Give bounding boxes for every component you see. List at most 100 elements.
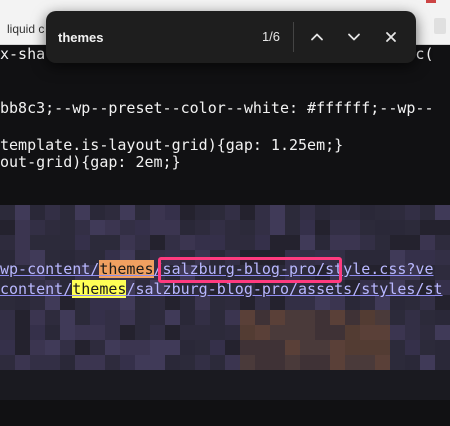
pixel-block [255,370,270,385]
pixel-block [330,370,345,385]
code-text: x-sha [0,45,46,63]
pixel-block [180,385,195,400]
pixel-block [45,220,60,235]
pixel-block [390,310,405,325]
pixel-block [120,355,135,370]
pixel-block [345,370,360,385]
pixel-block [135,340,150,355]
pixel-block [30,355,45,370]
pixel-block [15,370,30,385]
code-line: out-grid){gap: 2em;} [0,153,181,171]
bookmark-item[interactable]: liquid c [7,22,44,36]
pixel-block [60,310,75,325]
pixel-block [405,355,420,370]
pixel-block [165,220,180,235]
previous-match-button[interactable] [305,25,329,49]
pixel-block [435,235,450,250]
current-match-highlight: themes [99,260,154,278]
pixel-block [285,235,300,250]
pixel-block [255,235,270,250]
pixel-block [165,205,180,220]
pixel-block [150,235,165,250]
pixel-block [285,205,300,220]
pixel-block [120,310,135,325]
pixel-block [150,340,165,355]
pixel-block [255,310,270,325]
pixel-block [330,235,345,250]
pixel-block [375,355,390,370]
pixel-block [345,340,360,355]
pixel-block [135,325,150,340]
pixel-block [180,370,195,385]
pixel-block [300,205,315,220]
pixel-block [360,220,375,235]
pixel-block [405,235,420,250]
pixel-block [270,310,285,325]
pixel-block [240,235,255,250]
pixel-block [75,355,90,370]
pixel-block [270,340,285,355]
pixel-block [435,250,450,265]
pixel-block [225,310,240,325]
pixel-block [105,385,120,400]
pixel-block [90,355,105,370]
pixel-block [390,385,405,400]
pixel-block [15,205,30,220]
pixel-block [195,370,210,385]
pixel-block [15,310,30,325]
pixel-block [315,385,330,400]
pixel-block [255,325,270,340]
pixel-block [435,265,450,280]
pixel-block [255,340,270,355]
pixel-block [105,220,120,235]
close-icon [386,32,396,42]
pixel-block [435,205,450,220]
pixel-block [405,220,420,235]
pixel-block [360,235,375,250]
pixel-block [270,235,285,250]
close-find-button[interactable] [379,25,403,49]
pixel-block [30,220,45,235]
pixel-block [120,205,135,220]
pixel-block [60,235,75,250]
pixel-block [105,370,120,385]
pixel-block [75,370,90,385]
pixel-block [375,325,390,340]
pixel-block [180,220,195,235]
pixel-block [165,235,180,250]
pixel-block [210,355,225,370]
pixel-block [360,355,375,370]
pixel-block [45,205,60,220]
pixel-block [225,235,240,250]
pixel-block [30,370,45,385]
bookmark-icon[interactable] [434,18,446,34]
pixel-block [90,205,105,220]
pixel-block [315,310,330,325]
pixel-block [165,370,180,385]
pixel-block [240,220,255,235]
pixel-block [210,220,225,235]
pixel-block [45,325,60,340]
pixel-block [45,355,60,370]
pixel-block [0,205,15,220]
pixel-block [120,220,135,235]
pixel-block [150,370,165,385]
pixel-block [375,205,390,220]
pixel-block [90,370,105,385]
pixel-block [135,235,150,250]
pixel-block [420,310,435,325]
pixel-block [180,235,195,250]
pixel-block [30,325,45,340]
pixel-block [330,340,345,355]
pixel-block [135,385,150,400]
pixel-block [195,220,210,235]
pixel-block [435,340,450,355]
find-input[interactable] [58,27,238,47]
pixel-block [15,220,30,235]
pixel-block [270,205,285,220]
pixel-block [75,325,90,340]
pixel-block [195,325,210,340]
next-match-button[interactable] [342,25,366,49]
pixel-block [375,385,390,400]
pixel-block [390,220,405,235]
